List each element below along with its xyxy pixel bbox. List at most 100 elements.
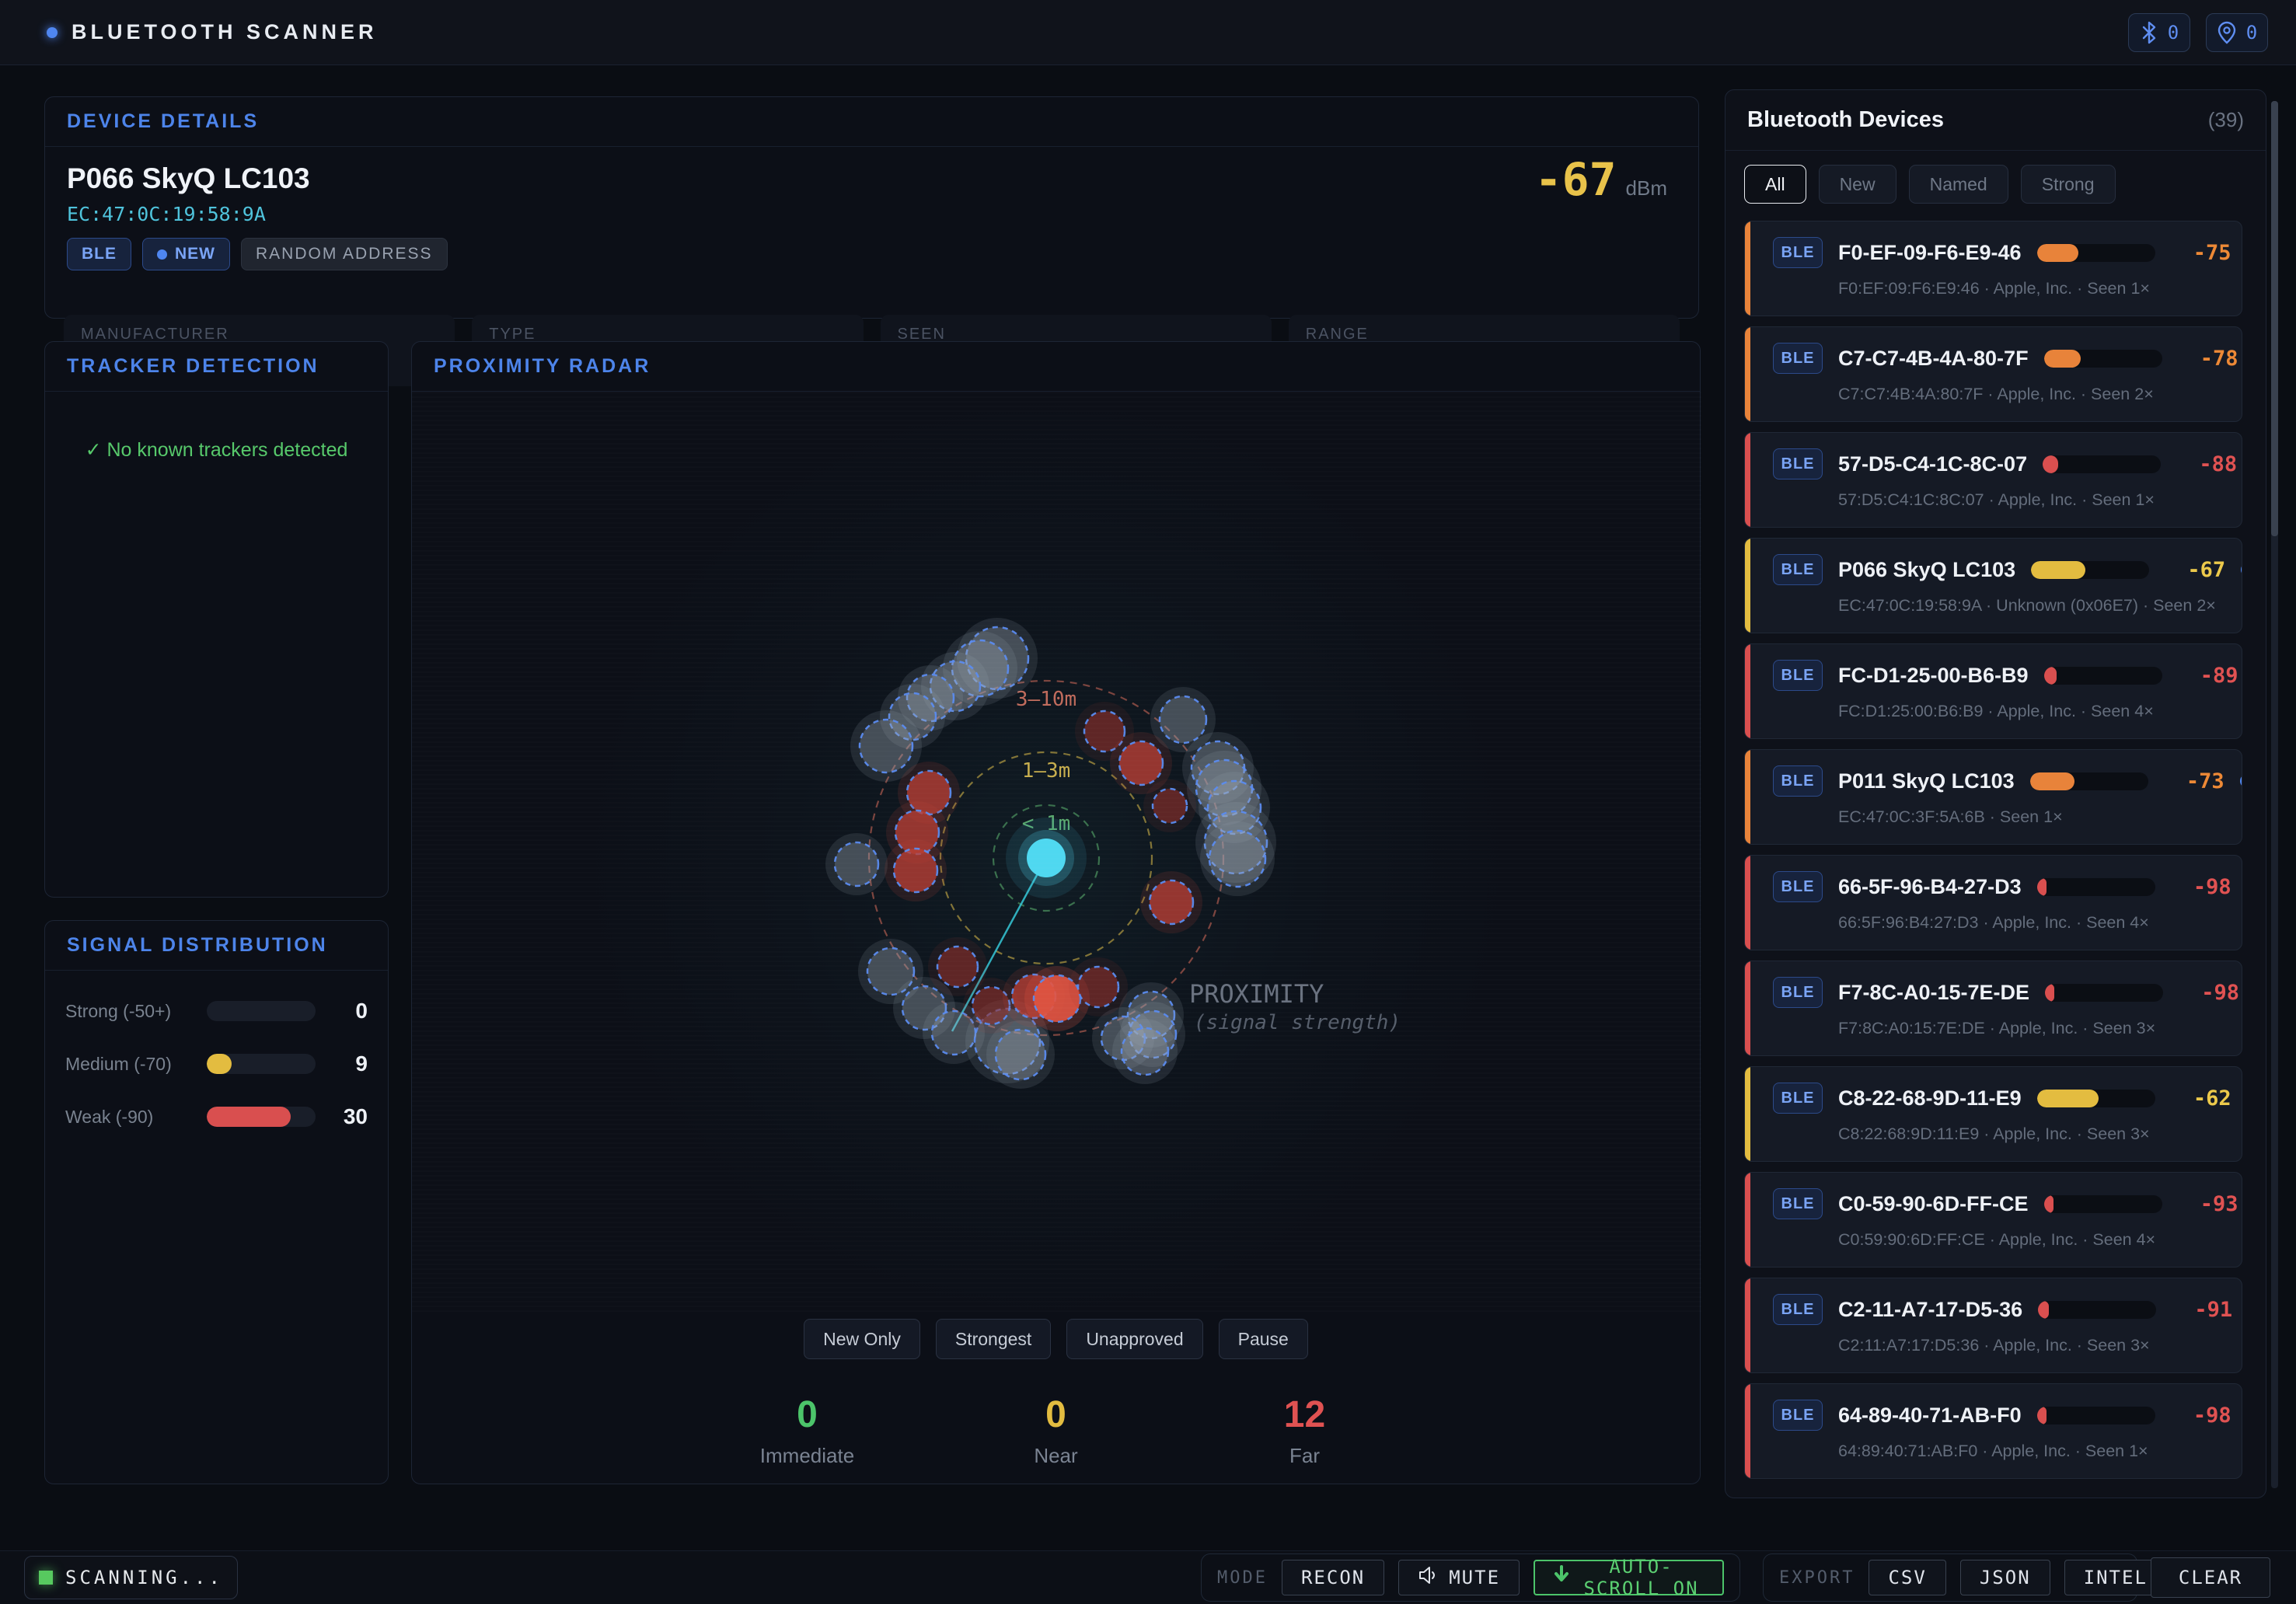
signal-bar bbox=[2037, 244, 2155, 262]
check-icon: ✓ bbox=[85, 439, 102, 461]
scanning-square-icon bbox=[39, 1571, 53, 1585]
bluetooth-icon bbox=[2140, 21, 2158, 44]
signal-row: Weak (-90) 30 bbox=[65, 1104, 368, 1129]
signal-row-value: 30 bbox=[316, 1104, 368, 1129]
radar-device-dot[interactable] bbox=[1153, 789, 1187, 823]
device-subtext: 66:5F:96:B4:27:D3 · Apple, Inc. · Seen 4… bbox=[1838, 913, 2224, 933]
rssi-value: -62 bbox=[2171, 1086, 2231, 1111]
radar-device-dot[interactable] bbox=[894, 849, 937, 892]
device-subtext: C8:22:68:9D:11:E9 · Apple, Inc. · Seen 3… bbox=[1838, 1125, 2224, 1144]
ble-badge: BLE bbox=[1773, 1188, 1823, 1219]
filter-tab-named[interactable]: Named bbox=[1909, 165, 2008, 204]
device-details-title: DEVICE DETAILS bbox=[67, 110, 259, 133]
device-accent-bar bbox=[1745, 961, 1750, 1055]
device-accent-bar bbox=[1745, 750, 1750, 844]
device-subtext: 64:89:40:71:AB:F0 · Apple, Inc. · Seen 1… bbox=[1838, 1442, 2224, 1461]
random-address-badge: RANDOM ADDRESS bbox=[241, 238, 448, 270]
bluetooth-count: 0 bbox=[2168, 22, 2179, 44]
device-subtext: F7:8C:A0:15:7E:DE · Apple, Inc. · Seen 3… bbox=[1838, 1019, 2224, 1038]
device-accent-bar bbox=[1745, 644, 1750, 738]
autoscroll-button[interactable]: AUTO-SCROLL ON bbox=[1534, 1560, 1724, 1595]
signal-row-value: 0 bbox=[316, 999, 368, 1023]
ble-badge: BLE bbox=[1773, 448, 1823, 479]
device-row[interactable]: BLEF7-8C-A0-15-7E-DE-98F7:8C:A0:15:7E:DE… bbox=[1744, 961, 2242, 1056]
device-row[interactable]: BLEP011 SkyQ LC103-73EC:47:0C:3F:5A:6B ·… bbox=[1744, 749, 2242, 845]
radar-device-dot[interactable] bbox=[1119, 741, 1163, 785]
location-count: 0 bbox=[2246, 22, 2257, 44]
rssi-value: -75 bbox=[2171, 241, 2231, 265]
device-accent-bar bbox=[1745, 1278, 1750, 1372]
device-list-panel: Bluetooth Devices (39) AllNewNamedStrong… bbox=[1725, 89, 2266, 1498]
radar-device-dot[interactable] bbox=[835, 842, 878, 886]
device-row[interactable]: BLEC7-C7-4B-4A-80-7F-78C7:C7:4B:4A:80:7F… bbox=[1744, 326, 2242, 422]
device-list-scrollbar[interactable] bbox=[2271, 101, 2278, 1488]
filter-tab-strong[interactable]: Strong bbox=[2021, 165, 2116, 204]
radar-device-dot[interactable] bbox=[937, 947, 978, 987]
device-subtext: C7:C7:4B:4A:80:7F · Apple, Inc. · Seen 2… bbox=[1838, 385, 2224, 404]
signal-row-value: 9 bbox=[316, 1051, 368, 1076]
mute-button[interactable]: MUTE bbox=[1398, 1560, 1520, 1595]
device-row[interactable]: BLEC8-22-68-9D-11-E9-62C8:22:68:9D:11:E9… bbox=[1744, 1066, 2242, 1162]
radar-watermark: PROXIMITY bbox=[1189, 979, 1324, 1009]
rssi-value: -98 bbox=[2171, 875, 2231, 899]
signal-row-label: Weak (-90) bbox=[65, 1107, 207, 1128]
count-label: Near bbox=[990, 1444, 1122, 1468]
signal-bar bbox=[2043, 455, 2161, 473]
device-subtext: EC:47:0C:3F:5A:6B · Seen 1× bbox=[1838, 807, 2224, 827]
radar-center-dot bbox=[1027, 839, 1066, 877]
radar-device-dot[interactable] bbox=[1160, 696, 1206, 743]
rssi-value: -78 bbox=[2178, 347, 2238, 371]
radar-filter-unapproved[interactable]: Unapproved bbox=[1066, 1319, 1202, 1359]
device-row[interactable]: BLE66-5F-96-B4-27-D3-9866:5F:96:B4:27:D3… bbox=[1744, 855, 2242, 950]
clear-button[interactable]: CLEAR bbox=[2151, 1557, 2270, 1598]
radar-filter-new-only[interactable]: New Only bbox=[804, 1319, 920, 1359]
signal-bar bbox=[2037, 878, 2155, 896]
export-csv-button[interactable]: CSV bbox=[1869, 1560, 1945, 1595]
radar-device-dot[interactable] bbox=[860, 720, 912, 772]
location-count-badge[interactable]: 0 bbox=[2206, 13, 2268, 52]
status-dot-icon bbox=[47, 27, 58, 38]
radar-filter-pause[interactable]: Pause bbox=[1219, 1319, 1308, 1359]
device-row[interactable]: BLEF0-EF-09-F6-E9-46-75F0:EF:09:F6:E9:46… bbox=[1744, 221, 2242, 316]
device-row[interactable]: BLEFC-D1-25-00-B6-B9-89FC:D1:25:00:B6:B9… bbox=[1744, 643, 2242, 739]
radar-device-dot[interactable] bbox=[1150, 880, 1193, 924]
app-title: BLUETOOTH SCANNER bbox=[72, 20, 378, 44]
status-dot-icon bbox=[2241, 563, 2242, 577]
filter-tab-new[interactable]: New bbox=[1819, 165, 1896, 204]
radar-device-dot[interactable] bbox=[1209, 831, 1265, 887]
device-subtext: C0:59:90:6D:FF:CE · Apple, Inc. · Seen 4… bbox=[1838, 1230, 2224, 1250]
device-name: C0-59-90-6D-FF-CE bbox=[1838, 1192, 2029, 1216]
radar-device-dot[interactable] bbox=[1078, 967, 1118, 1007]
status-dot-icon bbox=[2240, 774, 2242, 788]
device-row[interactable]: BLEC0-59-90-6D-FF-CE-93C0:59:90:6D:FF:CE… bbox=[1744, 1172, 2242, 1268]
device-row[interactable]: BLE57-D5-C4-1C-8C-07-8857:D5:C4:1C:8C:07… bbox=[1744, 432, 2242, 528]
signal-row-label: Medium (-70) bbox=[65, 1054, 207, 1075]
signal-row-label: Strong (-50+) bbox=[65, 1001, 207, 1022]
export-json-button[interactable]: JSON bbox=[1960, 1560, 2050, 1595]
device-row[interactable]: BLEC2-11-A7-17-D5-36-91C2:11:A7:17:D5:36… bbox=[1744, 1278, 2242, 1373]
device-name: P011 SkyQ LC103 bbox=[1838, 769, 2015, 793]
device-mac: EC:47:0C:19:58:9A bbox=[67, 203, 1677, 225]
device-name: 66-5F-96-B4-27-D3 bbox=[1838, 875, 2022, 899]
radar-stage: < 1m1–3m3–10mPROXIMITY(signal strength) bbox=[412, 392, 1701, 1313]
device-row[interactable]: BLEP066 SkyQ LC103-67EC:47:0C:19:58:9A ·… bbox=[1744, 538, 2242, 633]
scrollbar-thumb[interactable] bbox=[2271, 101, 2278, 536]
device-name: C8-22-68-9D-11-E9 bbox=[1838, 1086, 2022, 1111]
filter-tab-all[interactable]: All bbox=[1744, 165, 1806, 204]
radar-device-dot[interactable] bbox=[1122, 1028, 1168, 1075]
proximity-count-immediate: 0Immediate bbox=[741, 1393, 874, 1468]
ble-badge: BLE bbox=[1773, 977, 1823, 1008]
scanning-indicator: SCANNING... bbox=[24, 1556, 238, 1599]
device-accent-bar bbox=[1745, 539, 1750, 633]
radar-filter-strongest[interactable]: Strongest bbox=[936, 1319, 1051, 1359]
proximity-radar-panel: PROXIMITY RADAR < 1m1–3m3–10mPROXIMITY(s… bbox=[411, 341, 1701, 1484]
device-rssi-unit: dBm bbox=[1626, 176, 1667, 200]
radar-device-dot[interactable] bbox=[996, 1030, 1045, 1079]
mode-recon-button[interactable]: RECON bbox=[1282, 1560, 1384, 1595]
device-subtext: F0:EF:09:F6:E9:46 · Apple, Inc. · Seen 1… bbox=[1838, 279, 2224, 298]
count-value: 12 bbox=[1239, 1393, 1371, 1436]
bluetooth-count-badge[interactable]: 0 bbox=[2128, 13, 2190, 52]
device-name: F7-8C-A0-15-7E-DE bbox=[1838, 981, 2029, 1005]
ble-badge: BLE bbox=[1773, 554, 1823, 585]
device-row[interactable]: BLE64-89-40-71-AB-F0-9864:89:40:71:AB:F0… bbox=[1744, 1383, 2242, 1479]
